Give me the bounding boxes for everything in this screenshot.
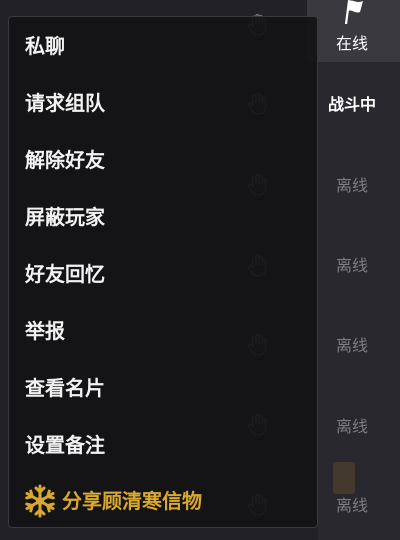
status-label: 在线 [335, 34, 368, 53]
flag-icon [344, 0, 363, 24]
menu-item-friend-memories[interactable]: 好友回忆 [9, 246, 317, 303]
status-label: 离线 [335, 336, 368, 355]
menu-item-view-card[interactable]: 查看名片 [9, 360, 317, 417]
menu-item-share-token[interactable]: 分享顾清寒信物 [9, 474, 317, 527]
status-label: 战斗中 [327, 95, 376, 114]
menu-item-team-request[interactable]: 请求组队 [9, 75, 317, 132]
menu-item-private-chat[interactable]: 私聊 [9, 18, 317, 75]
status-label: 离线 [335, 417, 368, 436]
menu-item-set-remark[interactable]: 设置备注 [9, 417, 317, 474]
menu-item-label: 分享顾清寒信物 [62, 489, 202, 513]
status-label: 离线 [335, 496, 368, 515]
status-label: 离线 [335, 256, 368, 275]
snowflake-icon [25, 484, 55, 518]
menu-item-report[interactable]: 举报 [9, 303, 317, 360]
menu-item-remove-friend[interactable]: 解除好友 [9, 132, 317, 189]
friend-context-menu: 私聊 请求组队 解除好友 屏蔽玩家 好友回忆 举报 查看名片 设置备注 分享顾清… [8, 16, 318, 528]
menu-item-block-player[interactable]: 屏蔽玩家 [9, 189, 317, 246]
status-label: 离线 [335, 176, 368, 195]
item-card-icon [333, 462, 355, 494]
